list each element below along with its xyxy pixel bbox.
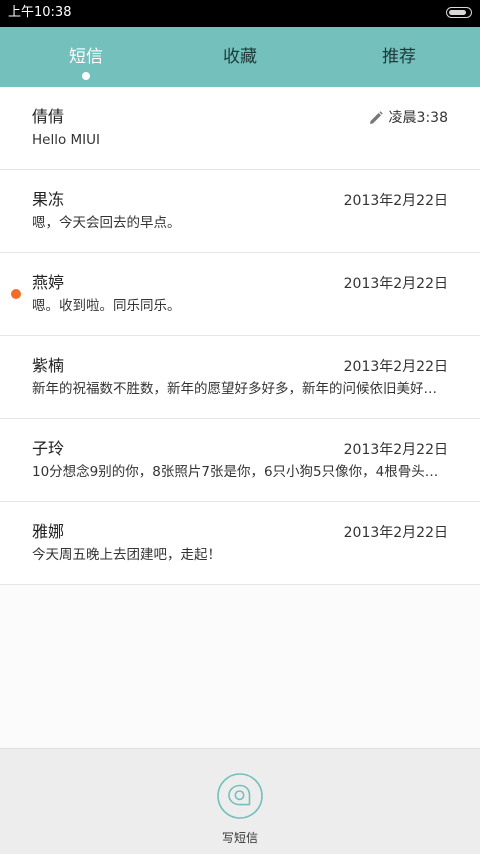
- contact-name: 雅娜: [32, 522, 65, 541]
- tab-bar: 短信 收藏 推荐: [0, 27, 480, 87]
- battery-icon: [446, 7, 472, 18]
- tab-active-indicator: [82, 72, 90, 80]
- conversation-row[interactable]: 子玲 10分想念9别的你，8张照片7张是你，6只小狗5只像你，4根骨头… 201…: [0, 419, 480, 502]
- conversation-row[interactable]: 燕婷 嗯。收到啦。同乐同乐。 2013年2月22日: [0, 253, 480, 336]
- conversation-row[interactable]: 倩倩 Hello MIUI 凌晨3:38: [0, 87, 480, 170]
- bottom-bar: 写短信: [0, 748, 480, 854]
- message-date: 2013年2月22日: [343, 442, 448, 458]
- contact-name: 燕婷: [32, 273, 65, 292]
- tab-recommend[interactable]: 推荐: [319, 27, 479, 87]
- compose-label: 写短信: [221, 831, 258, 845]
- message-preview: 嗯。收到啦。同乐同乐。: [32, 298, 181, 314]
- message-time: 凌晨3:38: [388, 110, 448, 126]
- unread-indicator: [11, 289, 21, 299]
- draft-pencil-icon: [370, 111, 383, 124]
- tab-favorites[interactable]: 收藏: [160, 27, 320, 87]
- contact-name: 果冻: [32, 190, 65, 209]
- battery-level: [449, 10, 466, 15]
- contact-name: 紫楠: [32, 356, 65, 375]
- conversation-row[interactable]: 雅娜 今天周五晚上去团建吧，走起！ 2013年2月22日: [0, 502, 480, 585]
- message-date: 2013年2月22日: [343, 525, 448, 541]
- message-date: 2013年2月22日: [343, 193, 448, 209]
- contact-name: 子玲: [32, 439, 65, 458]
- message-preview: 今天周五晚上去团建吧，走起！: [32, 547, 221, 563]
- conversation-list: 倩倩 Hello MIUI 凌晨3:38 果冻 嗯，今天会回去的早点。 2013…: [0, 87, 480, 585]
- contact-name: 倩倩: [32, 107, 65, 126]
- conversation-row[interactable]: 紫楠 新年的祝福数不胜数，新年的愿望好多好多，新年的问候依旧美好… 2013年2…: [0, 336, 480, 419]
- message-date: 2013年2月22日: [343, 276, 448, 292]
- status-time: 上午10:38: [8, 5, 72, 20]
- message-preview: 新年的祝福数不胜数，新年的愿望好多好多，新年的问候依旧美好…: [32, 381, 437, 397]
- compose-button[interactable]: 写短信: [0, 749, 480, 854]
- message-preview: 10分想念9别的你，8张照片7张是你，6只小狗5只像你，4根骨头…: [32, 464, 439, 480]
- message-preview: Hello MIUI: [32, 132, 101, 148]
- conversation-row[interactable]: 果冻 嗯，今天会回去的早点。 2013年2月22日: [0, 170, 480, 253]
- status-bar: 上午10:38: [0, 0, 480, 27]
- message-preview: 嗯，今天会回去的早点。: [32, 215, 181, 231]
- compose-message-icon: [217, 773, 263, 819]
- message-date: 2013年2月22日: [343, 359, 448, 375]
